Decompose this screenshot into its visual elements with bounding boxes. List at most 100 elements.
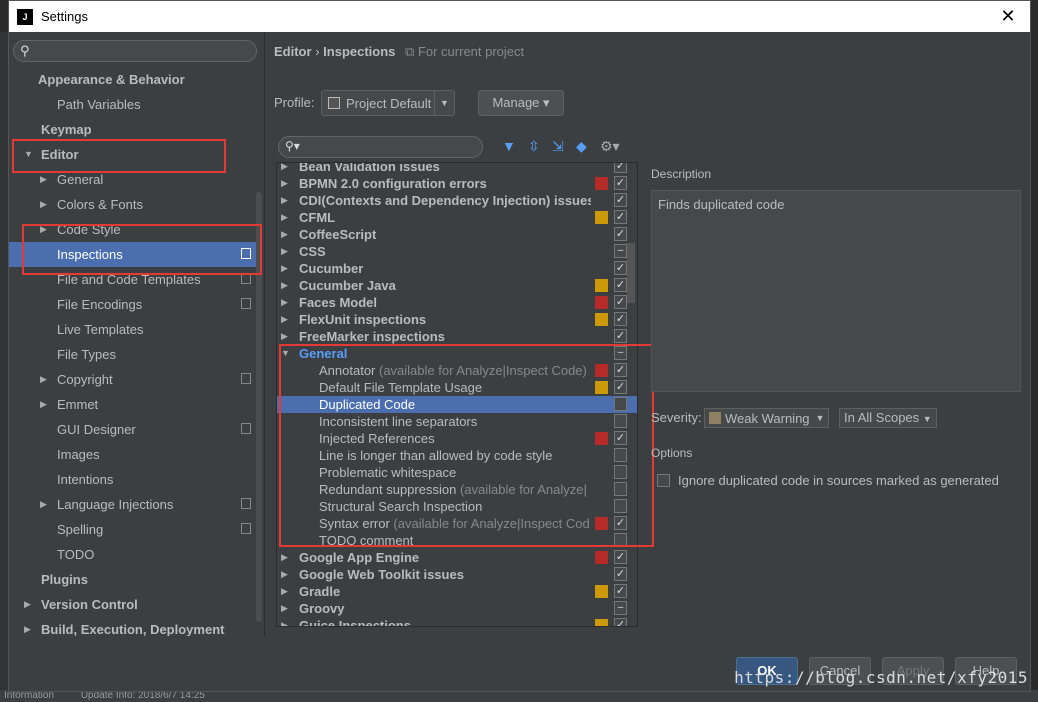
- inspection-label: BPMN 2.0 configuration errors: [299, 176, 487, 191]
- inspection-checkbox[interactable]: –: [614, 244, 627, 258]
- chevron-right-icon[interactable]: ▶: [281, 243, 288, 260]
- inspection-checkbox[interactable]: ✓: [614, 163, 627, 173]
- sidebar-item-label: Live Templates: [57, 322, 144, 337]
- chevron-right-icon[interactable]: ▶: [281, 294, 288, 311]
- chevron-right-icon[interactable]: ▶: [40, 492, 47, 517]
- option-ignore-generated[interactable]: Ignore duplicated code in sources marked…: [657, 473, 999, 488]
- sidebar-item[interactable]: ▶ Language Injections: [9, 492, 257, 517]
- window-title: Settings: [41, 9, 88, 24]
- inspection-row[interactable]: ▶ Gradle ✓: [277, 583, 637, 600]
- inspection-row[interactable]: ▶ Google App Engine ✓: [277, 549, 637, 566]
- chevron-right-icon[interactable]: ▶: [281, 226, 288, 243]
- sidebar-item[interactable]: ▶ Build, Execution, Deployment: [9, 617, 257, 636]
- filter-icon[interactable]: ▼: [502, 138, 516, 154]
- scope-select[interactable]: In All Scopes ▼: [839, 408, 937, 428]
- inspection-checkbox[interactable]: ✓: [614, 261, 627, 275]
- manage-button[interactable]: Manage ▾: [478, 90, 564, 116]
- sidebar-item[interactable]: GUI Designer: [9, 417, 257, 442]
- sidebar-item[interactable]: Intentions: [9, 467, 257, 492]
- sidebar-item[interactable]: Path Variables: [9, 92, 257, 117]
- inspection-checkbox[interactable]: ✓: [614, 550, 627, 564]
- inspection-label: CDI(Contexts and Dependency Injection) i…: [299, 193, 591, 208]
- chevron-right-icon[interactable]: ▶: [281, 328, 288, 345]
- chevron-right-icon[interactable]: ▶: [281, 617, 288, 626]
- tree-scrollbar[interactable]: [627, 243, 635, 303]
- sidebar-item[interactable]: TODO: [9, 542, 257, 567]
- expand-all-icon[interactable]: ⇳: [528, 138, 540, 155]
- inspection-row[interactable]: ▶ BPMN 2.0 configuration errors ✓: [277, 175, 637, 192]
- collapse-all-icon[interactable]: ⇲: [552, 138, 564, 155]
- chevron-right-icon[interactable]: ▶: [281, 209, 288, 226]
- severity-color-icon: [595, 551, 608, 564]
- profile-select[interactable]: Project Default ▼: [321, 90, 455, 116]
- inspection-row[interactable]: ▶ Google Web Toolkit issues ✓: [277, 566, 637, 583]
- inspection-row[interactable]: ▶ FreeMarker inspections ✓: [277, 328, 637, 345]
- sidebar-item-label: Colors & Fonts: [57, 197, 143, 212]
- inspection-checkbox[interactable]: ✓: [614, 584, 627, 598]
- chevron-right-icon[interactable]: ▶: [281, 175, 288, 192]
- chevron-right-icon[interactable]: ▶: [281, 583, 288, 600]
- sidebar-item-label: GUI Designer: [57, 422, 136, 437]
- inspection-row[interactable]: ▶ CoffeeScript ✓: [277, 226, 637, 243]
- chevron-right-icon[interactable]: ▶: [281, 260, 288, 277]
- inspection-checkbox[interactable]: –: [614, 601, 627, 615]
- sidebar-item-label: File Types: [57, 347, 117, 362]
- sidebar-item[interactable]: ▶ Colors & Fonts: [9, 192, 257, 217]
- chevron-right-icon[interactable]: ▶: [281, 600, 288, 617]
- inspection-filter-input[interactable]: ⚲▾: [278, 136, 483, 158]
- chevron-right-icon[interactable]: ▶: [281, 549, 288, 566]
- inspection-checkbox[interactable]: ✓: [614, 210, 627, 224]
- sidebar-item[interactable]: Live Templates: [9, 317, 257, 342]
- sidebar-item[interactable]: File Encodings: [9, 292, 257, 317]
- chevron-right-icon[interactable]: ▶: [40, 367, 47, 392]
- chevron-right-icon[interactable]: ▶: [24, 617, 31, 636]
- inspection-checkbox[interactable]: ✓: [614, 176, 627, 190]
- severity-color-icon: [595, 619, 608, 626]
- chevron-right-icon[interactable]: ▶: [281, 311, 288, 328]
- inspection-row[interactable]: ▶ Bean Validation issues ✓: [277, 163, 637, 175]
- sidebar-item[interactable]: Spelling: [9, 517, 257, 542]
- inspection-checkbox[interactable]: ✓: [614, 295, 627, 309]
- inspection-row[interactable]: ▶ Faces Model ✓: [277, 294, 637, 311]
- sidebar-item[interactable]: Plugins: [9, 567, 257, 592]
- inspection-checkbox[interactable]: ✓: [614, 312, 627, 326]
- inspection-row[interactable]: ▶ Guice Inspections ✓: [277, 617, 637, 626]
- inspection-row[interactable]: ▶ CDI(Contexts and Dependency Injection) …: [277, 192, 637, 209]
- chevron-right-icon[interactable]: ▶: [281, 566, 288, 583]
- severity-color-icon: [595, 211, 608, 224]
- chevron-right-icon[interactable]: ▶: [40, 392, 47, 417]
- main-panel: Editor › Inspections ⧉ For current proje…: [266, 32, 1030, 636]
- sidebar-item-label: TODO: [57, 547, 95, 562]
- sidebar-item[interactable]: ▶ Emmet: [9, 392, 257, 417]
- inspection-checkbox[interactable]: ✓: [614, 227, 627, 241]
- inspection-row[interactable]: ▶ CFML ✓: [277, 209, 637, 226]
- sidebar-item[interactable]: File Types: [9, 342, 257, 367]
- inspection-checkbox[interactable]: ✓: [614, 329, 627, 343]
- chevron-right-icon[interactable]: ▶: [281, 277, 288, 294]
- inspection-row[interactable]: ▶ Groovy –: [277, 600, 637, 617]
- inspection-row[interactable]: ▶ FlexUnit inspections ✓: [277, 311, 637, 328]
- settings-search-input[interactable]: ⚲: [13, 40, 257, 62]
- inspection-checkbox[interactable]: ✓: [614, 618, 627, 626]
- chevron-right-icon[interactable]: ▶: [24, 592, 31, 617]
- inspection-checkbox[interactable]: ✓: [614, 278, 627, 292]
- chevron-right-icon[interactable]: ▶: [281, 192, 288, 209]
- severity-select[interactable]: Weak Warning ▼: [704, 408, 829, 428]
- close-icon[interactable]: ✕: [996, 5, 1020, 29]
- sidebar-item-label: Appearance & Behavior: [38, 72, 185, 87]
- inspection-checkbox[interactable]: ✓: [614, 193, 627, 207]
- chevron-right-icon[interactable]: ▶: [281, 163, 288, 175]
- sidebar-item[interactable]: ▶ Copyright: [9, 367, 257, 392]
- sidebar-item[interactable]: Appearance & Behavior: [9, 67, 257, 92]
- sidebar-item[interactable]: ▶ Version Control: [9, 592, 257, 617]
- gear-icon[interactable]: ⚙▾: [600, 138, 620, 155]
- option-checkbox[interactable]: [657, 474, 670, 487]
- inspection-row[interactable]: ▶ Cucumber ✓: [277, 260, 637, 277]
- chevron-right-icon[interactable]: ▶: [40, 192, 47, 217]
- inspection-checkbox[interactable]: ✓: [614, 567, 627, 581]
- inspection-row[interactable]: ▶ CSS –: [277, 243, 637, 260]
- severity-value: Weak Warning: [725, 410, 810, 426]
- reset-icon[interactable]: ◆: [576, 138, 587, 155]
- sidebar-item[interactable]: Images: [9, 442, 257, 467]
- inspection-row[interactable]: ▶ Cucumber Java ✓: [277, 277, 637, 294]
